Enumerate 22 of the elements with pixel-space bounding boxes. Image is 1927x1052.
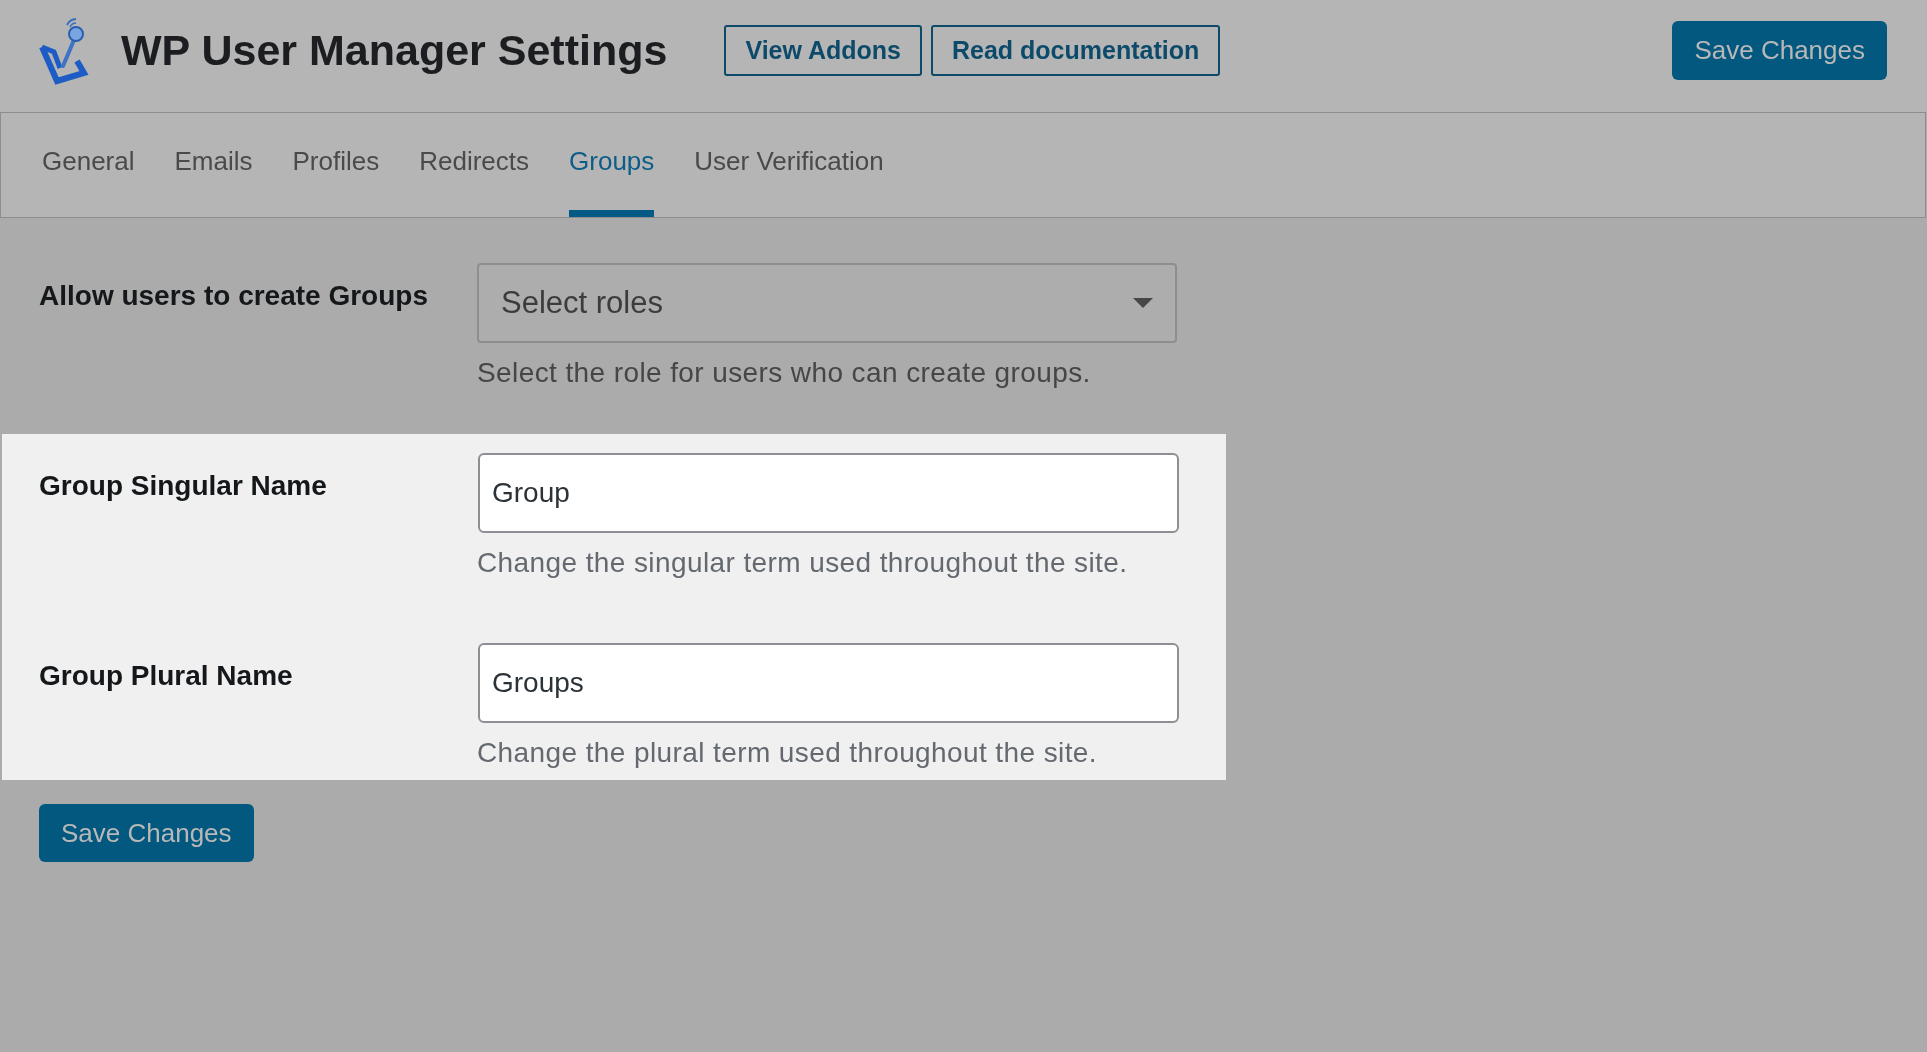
tab[interactable]: Redirects <box>419 113 530 217</box>
text-field[interactable]: Group <box>478 453 1179 533</box>
logo-icon <box>38 15 90 86</box>
tab[interactable]: Profiles <box>292 113 380 217</box>
field-label: Group Plural Name <box>39 660 293 692</box>
field-description: Change the singular term used throughout the site. <box>477 547 1128 579</box>
select-field[interactable]: Select roles <box>477 263 1177 343</box>
outline-button[interactable]: View Addons <box>724 25 922 76</box>
text-field[interactable]: Groups <box>478 643 1179 723</box>
outline-button[interactable]: Read documentation <box>931 25 1221 76</box>
page-title: WP User Manager Settings <box>121 26 668 75</box>
tab[interactable]: Emails <box>174 113 253 217</box>
tab[interactable]: Groups <box>569 113 655 217</box>
field-label: Allow users to create Groups <box>39 280 428 312</box>
tab[interactable]: User Verification <box>694 113 884 217</box>
field-label: Group Singular Name <box>39 470 327 502</box>
save-changes-button[interactable]: Save Changes <box>39 804 254 862</box>
field-description: Change the plural term used throughout the site. <box>477 737 1098 769</box>
caret-down-icon <box>1133 298 1153 308</box>
field-description: Select the role for users who can create groups. <box>477 357 1091 389</box>
tab[interactable]: General <box>42 113 135 217</box>
save-changes-button[interactable]: Save Changes <box>1672 21 1887 80</box>
